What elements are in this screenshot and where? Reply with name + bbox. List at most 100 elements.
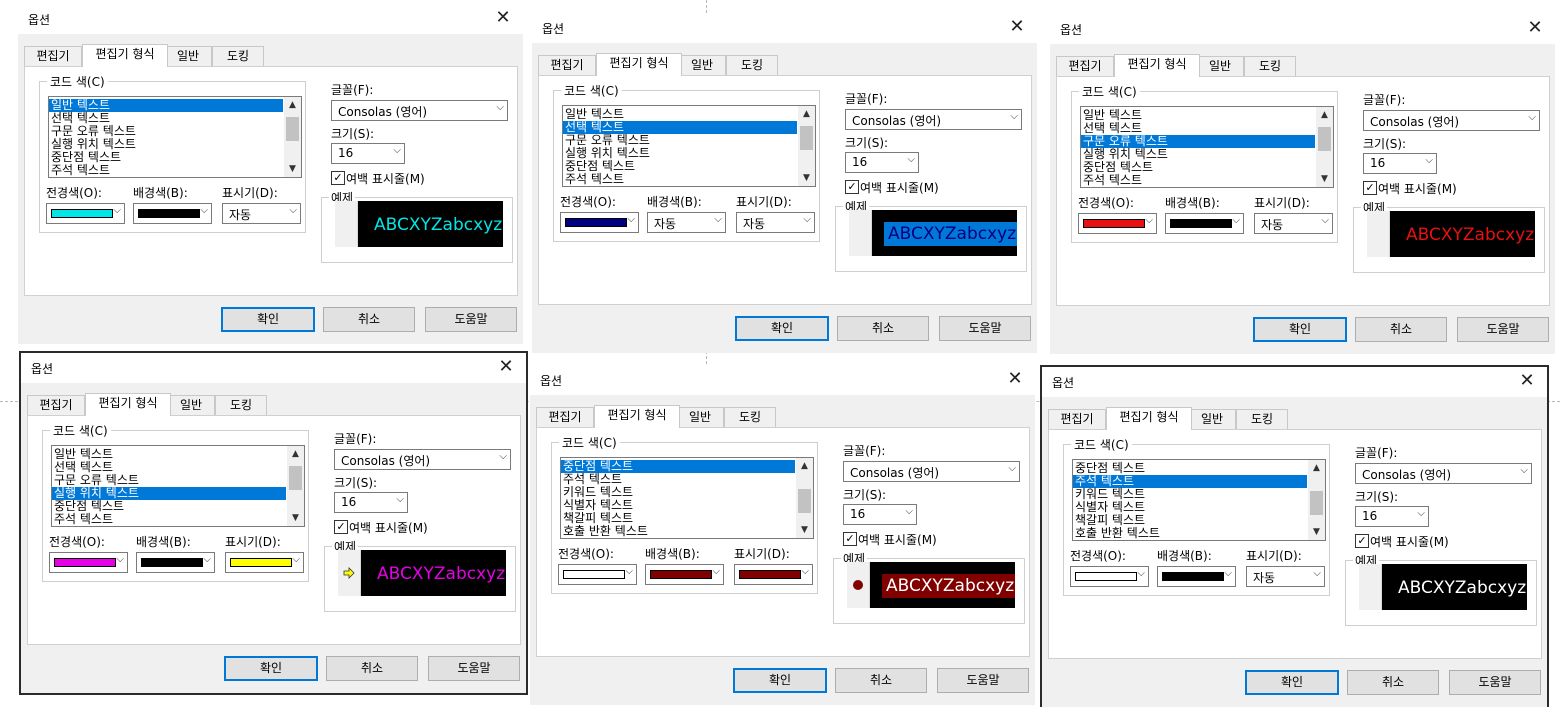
indicator-select[interactable]: 자동 ⌵ — [1246, 566, 1325, 587]
margin-checkbox[interactable]: ✓ — [845, 180, 859, 194]
scroll-thumb[interactable] — [1318, 126, 1331, 151]
tab-general[interactable]: 일반 — [164, 46, 212, 66]
scroll-thumb[interactable] — [289, 465, 302, 490]
font-select[interactable]: Consolas (영어) ⌵ — [843, 461, 1020, 482]
list-item[interactable]: 주석 텍스트 — [563, 173, 797, 186]
scroll-down-icon[interactable]: ▼ — [287, 510, 304, 526]
size-select[interactable]: 16 ⌵ — [1363, 153, 1437, 174]
scroll-up-icon[interactable]: ▲ — [1308, 460, 1325, 476]
ok-button[interactable]: 확인 — [224, 656, 318, 681]
list-scrollbar[interactable]: ▲ ▼ — [284, 97, 301, 177]
foreground-color-select[interactable]: ⌵ — [46, 203, 125, 224]
scroll-thumb[interactable] — [1310, 490, 1323, 515]
scroll-up-icon[interactable]: ▲ — [1316, 107, 1333, 123]
ok-button[interactable]: 확인 — [221, 307, 315, 332]
scroll-down-icon[interactable]: ▼ — [798, 170, 815, 186]
tab-editor-format[interactable]: 편집기 형식 — [82, 44, 168, 67]
size-select[interactable]: 16 ⌵ — [845, 152, 919, 173]
tab-docking[interactable]: 도킹 — [1236, 409, 1288, 429]
cancel-button[interactable]: 취소 — [1355, 317, 1447, 342]
foreground-color-select[interactable]: ⌵ — [49, 552, 128, 573]
close-button[interactable]: ✕ — [1523, 17, 1547, 41]
margin-checkbox[interactable]: ✓ — [843, 532, 857, 546]
ok-button[interactable]: 확인 — [733, 668, 827, 693]
indicator-select[interactable]: 자동 ⌵ — [1254, 213, 1333, 234]
margin-checkbox[interactable]: ✓ — [331, 171, 345, 185]
background-color-select[interactable]: ⌵ — [1165, 213, 1244, 234]
tab-docking[interactable]: 도킹 — [726, 55, 778, 75]
tab-general[interactable]: 일반 — [167, 395, 215, 415]
close-button[interactable]: ✕ — [491, 7, 515, 31]
foreground-color-select[interactable]: ⌵ — [560, 212, 639, 233]
code-color-list[interactable]: 중단점 텍스트 주석 텍스트 키워드 텍스트 식별자 텍스트 책갈피 텍스트 호출 반환 … — [1072, 459, 1326, 541]
tab-editor[interactable]: 편집기 — [538, 55, 596, 75]
list-item[interactable]: 호출 반환 텍스트 — [1073, 527, 1307, 540]
scroll-up-icon[interactable]: ▲ — [798, 106, 815, 122]
background-color-select[interactable]: ⌵ — [1157, 566, 1236, 587]
scroll-down-icon[interactable]: ▼ — [1308, 524, 1325, 540]
code-color-list[interactable]: 중단점 텍스트 주석 텍스트 키워드 텍스트 식별자 텍스트 책갈피 텍스트 호출 반환 … — [560, 457, 814, 539]
tab-docking[interactable]: 도킹 — [215, 395, 267, 415]
size-select[interactable]: 16 ⌵ — [1355, 506, 1429, 527]
cancel-button[interactable]: 취소 — [837, 316, 929, 341]
help-button[interactable]: 도움말 — [428, 656, 520, 681]
font-select[interactable]: Consolas (영어) ⌵ — [1363, 110, 1540, 131]
list-scrollbar[interactable]: ▲ ▼ — [796, 458, 813, 538]
scroll-down-icon[interactable]: ▼ — [284, 161, 301, 177]
tab-editor-format[interactable]: 편집기 형식 — [594, 405, 680, 428]
tab-general[interactable]: 일반 — [678, 55, 726, 75]
tab-editor[interactable]: 편집기 — [1048, 409, 1106, 429]
list-item[interactable]: 호출 반환 텍스트 — [561, 525, 795, 538]
ok-button[interactable]: 확인 — [1245, 670, 1339, 695]
close-button[interactable]: ✕ — [494, 356, 518, 380]
code-color-list[interactable]: 일반 텍스트 선택 텍스트 구문 오류 텍스트 실행 위치 텍스트 중단점 텍스트 주석 … — [51, 445, 305, 527]
tab-editor[interactable]: 편집기 — [27, 395, 85, 415]
tab-docking[interactable]: 도킹 — [1244, 56, 1296, 76]
code-color-list[interactable]: 일반 텍스트 선택 텍스트 구문 오류 텍스트 실행 위치 텍스트 중단점 텍스트 주석 … — [562, 105, 816, 187]
tab-general[interactable]: 일반 — [1196, 56, 1244, 76]
code-color-list[interactable]: 일반 텍스트 선택 텍스트 구문 오류 텍스트 실행 위치 텍스트 중단점 텍스트 주석 … — [1080, 106, 1334, 188]
background-color-select[interactable]: ⌵ — [133, 203, 212, 224]
close-button[interactable]: ✕ — [1515, 370, 1539, 394]
tab-editor-format[interactable]: 편집기 형식 — [1106, 407, 1192, 430]
ok-button[interactable]: 확인 — [1253, 317, 1347, 342]
font-select[interactable]: Consolas (영어) ⌵ — [845, 109, 1022, 130]
size-select[interactable]: 16 ⌵ — [334, 492, 408, 513]
margin-checkbox[interactable]: ✓ — [334, 520, 348, 534]
foreground-color-select[interactable]: ⌵ — [1078, 213, 1157, 234]
close-button[interactable]: ✕ — [1003, 368, 1027, 392]
list-scrollbar[interactable]: ▲ ▼ — [1316, 107, 1333, 187]
size-select[interactable]: 16 ⌵ — [331, 143, 405, 164]
list-scrollbar[interactable]: ▲ ▼ — [287, 446, 304, 526]
cancel-button[interactable]: 취소 — [835, 668, 927, 693]
tab-editor-format[interactable]: 편집기 형식 — [1114, 54, 1200, 77]
font-select[interactable]: Consolas (영어) ⌵ — [1355, 463, 1532, 484]
scroll-thumb[interactable] — [286, 116, 299, 141]
tab-editor[interactable]: 편집기 — [536, 407, 594, 427]
cancel-button[interactable]: 취소 — [323, 307, 415, 332]
size-select[interactable]: 16 ⌵ — [843, 504, 917, 525]
tab-general[interactable]: 일반 — [1188, 409, 1236, 429]
scroll-thumb[interactable] — [798, 488, 811, 513]
ok-button[interactable]: 확인 — [735, 316, 829, 341]
tab-docking[interactable]: 도킹 — [724, 407, 776, 427]
background-color-select[interactable]: ⌵ — [645, 564, 724, 585]
list-item[interactable]: 주석 텍스트 — [52, 513, 286, 526]
tab-general[interactable]: 일반 — [676, 407, 724, 427]
list-item[interactable]: 주석 텍스트 — [1081, 174, 1315, 187]
background-color-select[interactable]: ⌵ — [136, 552, 215, 573]
tab-editor-format[interactable]: 편집기 형식 — [596, 53, 682, 76]
scroll-down-icon[interactable]: ▼ — [796, 522, 813, 538]
tab-editor-format[interactable]: 편집기 형식 — [85, 393, 171, 416]
help-button[interactable]: 도움말 — [1449, 670, 1541, 695]
tab-editor[interactable]: 편집기 — [24, 46, 82, 66]
scroll-up-icon[interactable]: ▲ — [796, 458, 813, 474]
indicator-select[interactable]: 자동 ⌵ — [222, 203, 301, 224]
font-select[interactable]: Consolas (영어) ⌵ — [334, 449, 511, 470]
help-button[interactable]: 도움말 — [937, 668, 1029, 693]
help-button[interactable]: 도움말 — [425, 307, 517, 332]
cancel-button[interactable]: 취소 — [1347, 670, 1439, 695]
indicator-select[interactable]: ⌵ — [734, 564, 813, 585]
indicator-select[interactable]: ⌵ — [225, 552, 304, 573]
foreground-color-select[interactable]: ⌵ — [1070, 566, 1149, 587]
